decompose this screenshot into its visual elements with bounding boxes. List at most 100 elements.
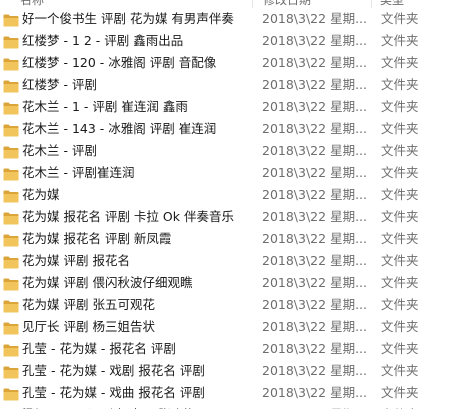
folder-icon bbox=[3, 12, 19, 27]
list-item[interactable]: 花木兰 - 143 - 冰雅阁 评剧 崔连润 2018\3\22 星期... 文件夹 bbox=[0, 118, 475, 140]
item-name: 红楼梦 - 评剧 bbox=[22, 77, 97, 92]
item-type: 文件夹 bbox=[381, 209, 419, 224]
list-item[interactable]: 花木兰 - 评剧 2018\3\22 星期... 文件夹 bbox=[0, 140, 475, 162]
item-type: 文件夹 bbox=[381, 363, 419, 378]
item-name: 孔莹 - 花为媒 - 戏曲 报花名 评剧 bbox=[22, 385, 205, 400]
item-name: 花为媒 评剧 偎闪秋波仔细观瞧 bbox=[22, 275, 193, 290]
item-date: 2018\3\22 星期... bbox=[262, 121, 367, 136]
item-date: 2018\3\22 星期... bbox=[262, 297, 367, 312]
column-header-name[interactable]: 名称 bbox=[20, 0, 44, 8]
item-name: 花木兰 - 143 - 冰雅阁 评剧 崔连润 bbox=[22, 121, 217, 136]
file-list: 名称 修改日期 类型 好一个俊书生 评剧 花为媒 有男声伴奏 2018\3\22 … bbox=[0, 0, 475, 409]
item-date: 2018\3\22 星期... bbox=[262, 404, 367, 409]
item-date: 2018\3\22 星期... bbox=[262, 385, 367, 400]
item-type: 文件夹 bbox=[381, 121, 419, 136]
list-item[interactable]: 红楼梦 - 120 - 冰雅阁 评剧 音配像 2018\3\22 星期... 文件夹 bbox=[0, 52, 475, 74]
item-name: 见厅长 评剧 杨三姐告状 bbox=[22, 319, 155, 334]
item-name: 花为媒 评剧 报花名 bbox=[22, 253, 130, 268]
folder-icon bbox=[3, 166, 19, 181]
column-header-type[interactable]: 类型 bbox=[380, 0, 404, 8]
folder-icon bbox=[3, 78, 19, 93]
folder-icon bbox=[3, 298, 19, 313]
list-item[interactable]: 孔莹 - 花为媒 - 报花名 评剧 2018\3\22 星期... 文件夹 bbox=[0, 338, 475, 360]
column-divider[interactable] bbox=[252, 0, 253, 8]
column-divider[interactable] bbox=[371, 0, 372, 8]
item-date: 2018\3\22 星期... bbox=[262, 253, 367, 268]
folder-icon bbox=[3, 100, 19, 115]
folder-icon bbox=[3, 188, 19, 203]
list-item[interactable]: 花木兰 - 评剧崔连润 2018\3\22 星期... 文件夹 bbox=[0, 162, 475, 184]
folder-icon bbox=[3, 342, 19, 357]
item-type: 文件夹 bbox=[381, 231, 419, 246]
list-item[interactable]: 花为媒 评剧 报花名 2018\3\22 星期... 文件夹 bbox=[0, 250, 475, 272]
item-name: 花为媒 bbox=[22, 187, 60, 202]
item-date: 2018\3\22 星期... bbox=[262, 319, 367, 334]
list-item[interactable]: 梁祝 - 18 - 评剧 忆十八 张晓梅 2018\3\22 星期... 文件夹 bbox=[0, 404, 475, 409]
list-item[interactable]: 孔莹 - 花为媒 - 戏剧 报花名 评剧 2018\3\22 星期... 文件夹 bbox=[0, 360, 475, 382]
item-date: 2018\3\22 星期... bbox=[262, 341, 367, 356]
item-name: 红楼梦 - 1 2 - 评剧 鑫雨出品 bbox=[22, 33, 184, 48]
list-item[interactable]: 花为媒 评剧 张五可观花 2018\3\22 星期... 文件夹 bbox=[0, 294, 475, 316]
folder-icon bbox=[3, 254, 19, 269]
list-item[interactable]: 红楼梦 - 1 2 - 评剧 鑫雨出品 2018\3\22 星期... 文件夹 bbox=[0, 30, 475, 52]
item-name: 梁祝 - 18 - 评剧 忆十八 张晓梅 bbox=[22, 404, 196, 409]
item-name: 花为媒 报花名 评剧 新凤霞 bbox=[22, 231, 172, 246]
item-type: 文件夹 bbox=[381, 165, 419, 180]
item-name: 花为媒 评剧 张五可观花 bbox=[22, 297, 155, 312]
item-date: 2018\3\22 星期... bbox=[262, 209, 367, 224]
column-header-date[interactable]: 修改日期 bbox=[263, 0, 311, 8]
item-type: 文件夹 bbox=[381, 99, 419, 114]
list-item[interactable]: 花为媒 报花名 评剧 卡拉 Ok 伴奏音乐 2018\3\22 星期... 文件夹 bbox=[0, 206, 475, 228]
folder-icon bbox=[3, 320, 19, 335]
item-type: 文件夹 bbox=[381, 33, 419, 48]
item-name: 孔莹 - 花为媒 - 戏剧 报花名 评剧 bbox=[22, 363, 205, 378]
item-date: 2018\3\22 星期... bbox=[262, 77, 367, 92]
list-item[interactable]: 见厅长 评剧 杨三姐告状 2018\3\22 星期... 文件夹 bbox=[0, 316, 475, 338]
item-name: 红楼梦 - 120 - 冰雅阁 评剧 音配像 bbox=[22, 55, 217, 70]
item-type: 文件夹 bbox=[381, 341, 419, 356]
folder-icon bbox=[3, 56, 19, 71]
folder-icon bbox=[3, 232, 19, 247]
item-name: 花木兰 - 评剧崔连润 bbox=[22, 165, 135, 180]
item-type: 文件夹 bbox=[381, 275, 419, 290]
item-name: 孔莹 - 花为媒 - 报花名 评剧 bbox=[22, 341, 176, 356]
folder-icon bbox=[3, 386, 19, 401]
item-type: 文件夹 bbox=[381, 297, 419, 312]
item-type: 文件夹 bbox=[381, 187, 419, 202]
file-rows: 好一个俊书生 评剧 花为媒 有男声伴奏 2018\3\22 星期... 文件夹 红楼梦… bbox=[0, 8, 475, 409]
item-name: 花为媒 报花名 评剧 卡拉 Ok 伴奏音乐 bbox=[22, 209, 234, 224]
item-date: 2018\3\22 星期... bbox=[262, 143, 367, 158]
item-type: 文件夹 bbox=[381, 319, 419, 334]
item-date: 2018\3\22 星期... bbox=[262, 99, 367, 114]
item-name: 花木兰 - 1 - 评剧 崔连润 鑫雨 bbox=[22, 99, 188, 114]
list-item[interactable]: 花为媒 2018\3\22 星期... 文件夹 bbox=[0, 184, 475, 206]
item-type: 文件夹 bbox=[381, 77, 419, 92]
item-date: 2018\3\22 星期... bbox=[262, 55, 367, 70]
item-date: 2018\3\22 星期... bbox=[262, 231, 367, 246]
folder-icon bbox=[3, 364, 19, 379]
item-name: 花木兰 - 评剧 bbox=[22, 143, 97, 158]
list-item[interactable]: 红楼梦 - 评剧 2018\3\22 星期... 文件夹 bbox=[0, 74, 475, 96]
item-date: 2018\3\22 星期... bbox=[262, 165, 367, 180]
item-date: 2018\3\22 星期... bbox=[262, 187, 367, 202]
folder-icon bbox=[3, 34, 19, 49]
item-date: 2018\3\22 星期... bbox=[262, 33, 367, 48]
item-date: 2018\3\22 星期... bbox=[262, 363, 367, 378]
item-type: 文件夹 bbox=[381, 143, 419, 158]
item-type: 文件夹 bbox=[381, 11, 419, 26]
list-item[interactable]: 花木兰 - 1 - 评剧 崔连润 鑫雨 2018\3\22 星期... 文件夹 bbox=[0, 96, 475, 118]
item-type: 文件夹 bbox=[381, 385, 419, 400]
folder-icon bbox=[3, 122, 19, 137]
item-name: 好一个俊书生 评剧 花为媒 有男声伴奏 bbox=[22, 11, 234, 26]
item-date: 2018\3\22 星期... bbox=[262, 11, 367, 26]
item-type: 文件夹 bbox=[381, 253, 419, 268]
list-item[interactable]: 孔莹 - 花为媒 - 戏曲 报花名 评剧 2018\3\22 星期... 文件夹 bbox=[0, 382, 475, 404]
list-item[interactable]: 好一个俊书生 评剧 花为媒 有男声伴奏 2018\3\22 星期... 文件夹 bbox=[0, 8, 475, 30]
item-date: 2018\3\22 星期... bbox=[262, 275, 367, 290]
list-item[interactable]: 花为媒 评剧 偎闪秋波仔细观瞧 2018\3\22 星期... 文件夹 bbox=[0, 272, 475, 294]
folder-icon bbox=[3, 276, 19, 291]
list-item[interactable]: 花为媒 报花名 评剧 新凤霞 2018\3\22 星期... 文件夹 bbox=[0, 228, 475, 250]
column-header: 名称 修改日期 类型 bbox=[0, 0, 475, 8]
item-type: 文件夹 bbox=[381, 55, 419, 70]
folder-icon bbox=[3, 210, 19, 225]
